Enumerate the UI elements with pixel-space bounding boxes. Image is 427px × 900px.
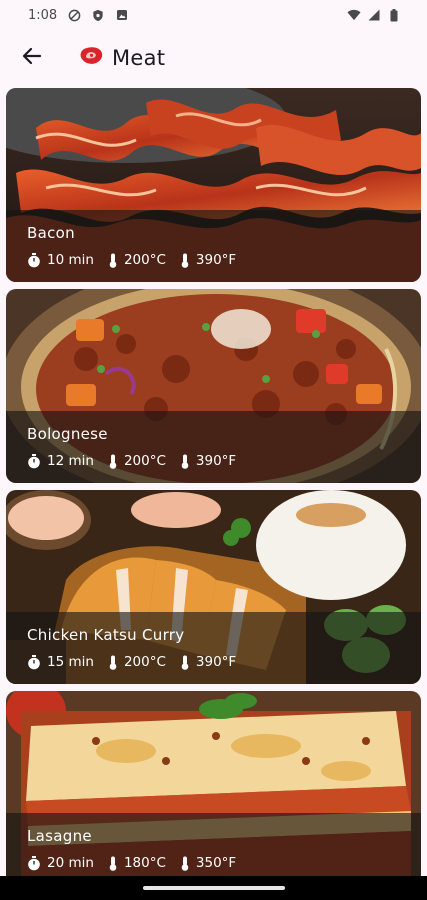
temp-celsius-value: 200°C	[123, 453, 166, 469]
temp-fahrenheit: 390°F	[180, 252, 236, 268]
temp-fahrenheit-value: 390°F	[195, 654, 237, 670]
app-bar: Meat	[0, 30, 427, 86]
system-nav-bar	[0, 876, 427, 900]
shield-icon	[91, 8, 105, 22]
thermometer-icon	[109, 655, 117, 670]
timer-icon	[28, 855, 40, 870]
recipe-info-overlay: Lasagne 20 min 180°C 350°F	[6, 813, 421, 885]
cook-time: 15 min	[27, 654, 94, 670]
arrow-back-icon	[22, 47, 42, 69]
status-time: 1:08	[28, 7, 58, 23]
temp-fahrenheit: 350°F	[180, 855, 236, 871]
recipe-meta: 20 min 180°C 350°F	[27, 855, 421, 871]
recipe-list: Bacon 10 min 200°C 390°F Bolognese 12 mi…	[6, 88, 421, 892]
temp-celsius: 180°C	[108, 855, 166, 871]
temp-fahrenheit-value: 390°F	[195, 252, 237, 268]
recipe-meta: 15 min 200°C 390°F	[27, 654, 421, 670]
thermometer-icon	[181, 253, 189, 268]
battery-icon	[387, 8, 401, 22]
temp-celsius-value: 200°C	[123, 252, 166, 268]
temp-fahrenheit-value: 390°F	[195, 453, 237, 469]
cook-time: 12 min	[27, 453, 94, 469]
thermometer-icon	[181, 856, 189, 871]
recipe-title: Bolognese	[27, 425, 108, 443]
screenshot-icon	[115, 8, 129, 22]
recipe-card-bolognese[interactable]: Bolognese 12 min 200°C 390°F	[6, 289, 421, 483]
cook-time-value: 15 min	[47, 654, 94, 670]
thermometer-icon	[109, 253, 117, 268]
cook-time-value: 12 min	[47, 453, 94, 469]
temp-celsius-value: 200°C	[123, 654, 166, 670]
timer-icon	[28, 252, 40, 267]
steak-icon	[78, 45, 104, 71]
timer-icon	[28, 453, 40, 468]
recipe-title: Bacon	[27, 224, 75, 242]
page-title: Meat	[78, 45, 165, 71]
thermometer-icon	[109, 454, 117, 469]
thermometer-icon	[109, 856, 117, 871]
home-gesture-handle[interactable]	[142, 886, 285, 890]
temp-fahrenheit: 390°F	[180, 654, 236, 670]
recipe-meta: 10 min 200°C 390°F	[27, 252, 421, 268]
cook-time-value: 10 min	[47, 252, 94, 268]
temp-fahrenheit: 390°F	[180, 453, 236, 469]
recipe-card-chicken-katsu-curry[interactable]: Chicken Katsu Curry 15 min 200°C 390°F	[6, 490, 421, 684]
page-title-text: Meat	[112, 46, 166, 70]
temp-celsius: 200°C	[108, 654, 166, 670]
recipe-card-bacon[interactable]: Bacon 10 min 200°C 390°F	[6, 88, 421, 282]
recipe-info-overlay: Chicken Katsu Curry 15 min 200°C 390°F	[6, 612, 421, 684]
recipe-meta: 12 min 200°C 390°F	[27, 453, 421, 469]
thermometer-icon	[181, 454, 189, 469]
thermometer-icon	[181, 655, 189, 670]
cook-time: 10 min	[27, 252, 94, 268]
status-bar: 1:08	[0, 0, 427, 30]
temp-celsius: 200°C	[108, 453, 166, 469]
dnd-icon	[67, 8, 81, 22]
temp-celsius: 200°C	[108, 252, 166, 268]
cook-time: 20 min	[27, 855, 94, 871]
temp-celsius-value: 180°C	[123, 855, 166, 871]
recipe-info-overlay: Bolognese 12 min 200°C 390°F	[6, 411, 421, 483]
cook-time-value: 20 min	[47, 855, 94, 871]
timer-icon	[28, 654, 40, 669]
back-button[interactable]	[8, 34, 56, 82]
temp-fahrenheit-value: 350°F	[195, 855, 237, 871]
recipe-info-overlay: Bacon 10 min 200°C 390°F	[6, 210, 421, 282]
recipe-title: Lasagne	[27, 827, 92, 845]
recipe-card-lasagne[interactable]: Lasagne 20 min 180°C 350°F	[6, 691, 421, 885]
signal-icon	[367, 8, 381, 22]
recipe-title: Chicken Katsu Curry	[27, 626, 185, 644]
wifi-icon	[347, 8, 361, 22]
